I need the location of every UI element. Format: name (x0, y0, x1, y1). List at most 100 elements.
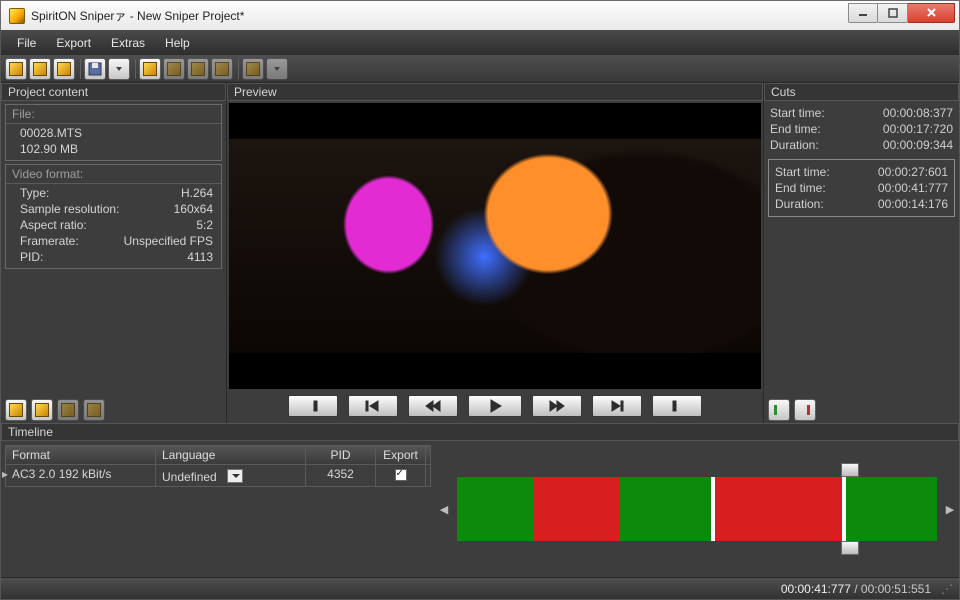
cut-end-label: End time: (770, 122, 883, 136)
file-info-box: File: 00028.MTS 102.90 MB (5, 104, 222, 161)
video-format-head: Video format: (6, 165, 221, 184)
goto-start-button[interactable] (348, 395, 398, 417)
menu-file[interactable]: File (9, 33, 44, 53)
app-icon (9, 8, 25, 24)
timeline-segment[interactable] (846, 477, 937, 541)
col-pid[interactable]: PID (306, 446, 376, 464)
proj-add[interactable] (5, 399, 27, 421)
cut-start-value: 00:00:27:601 (878, 165, 948, 179)
pid-value: 4113 (133, 250, 213, 264)
fr-label: Framerate: (20, 234, 124, 248)
row-pid: 4352 (306, 465, 376, 486)
window-titlebar: SpiritON Sniperァ - New Sniper Project* (0, 0, 960, 30)
cut-end-value: 00:00:17:720 (883, 122, 953, 136)
ar-value: 5:2 (133, 218, 213, 232)
cut-start-value: 00:00:08:377 (883, 106, 953, 120)
arrow-down-icon (87, 403, 101, 417)
set-in-button[interactable] (652, 395, 702, 417)
add-icon (9, 403, 23, 417)
playhead-bottom[interactable] (841, 541, 859, 555)
tb-open-3[interactable] (53, 58, 75, 80)
cuts-bottom-toolbar (764, 397, 959, 423)
tb-cut[interactable] (211, 58, 233, 80)
close-button[interactable] (908, 3, 955, 23)
proj-down[interactable] (83, 399, 105, 421)
main-row: Project content File: 00028.MTS 102.90 M… (1, 83, 959, 423)
export-icon (143, 62, 157, 76)
status-total-time: 00:00:51:551 (861, 582, 931, 596)
timeline-scroll-right[interactable]: ▶ (941, 503, 959, 516)
video-frame (229, 139, 761, 354)
menu-help[interactable]: Help (157, 33, 198, 53)
maximize-button[interactable] (878, 3, 908, 23)
file-info-head: File: (6, 105, 221, 124)
tb-save[interactable] (84, 58, 106, 80)
window-title: SpiritON Sniperァ - New Sniper Project* (31, 7, 244, 24)
app-body: File Export Extras Help Project content … (0, 30, 960, 600)
tb-settings[interactable] (242, 58, 264, 80)
col-language[interactable]: Language (156, 446, 306, 464)
col-format[interactable]: Format (6, 446, 156, 464)
timeline-segment[interactable] (620, 477, 711, 541)
play-button[interactable] (468, 395, 522, 417)
file-name: 00028.MTS (20, 126, 213, 140)
toolbar-separator (238, 59, 239, 79)
timeline-segment[interactable] (534, 477, 620, 541)
cut-item-0[interactable]: Start time:00:00:08:377 End time:00:00:1… (764, 101, 959, 157)
tb-save-dropdown[interactable] (108, 58, 130, 80)
cut-dur-value: 00:00:09:344 (883, 138, 953, 152)
timeline-view: ◀ ▶ (435, 441, 959, 577)
pid-label: PID: (20, 250, 133, 264)
arrow-up-icon (61, 403, 75, 417)
window-controls (848, 3, 955, 23)
set-out-button[interactable] (288, 395, 338, 417)
tb-export[interactable] (139, 58, 161, 80)
cuts-pane: Cuts Start time:00:00:08:377 End time:00… (763, 83, 959, 423)
menu-export[interactable]: Export (48, 33, 99, 53)
cut-end-value: 00:00:41:777 (878, 181, 948, 195)
file-size: 102.90 MB (20, 142, 213, 156)
preview-pane-title: Preview (227, 83, 763, 101)
tb-open-1[interactable] (5, 58, 27, 80)
step-back-button[interactable] (408, 395, 458, 417)
video-format-box: Video format: Type:H.264 Sample resoluti… (5, 164, 222, 269)
gear-icon (246, 62, 260, 76)
step-fwd-button[interactable] (532, 395, 582, 417)
type-value: H.264 (133, 186, 213, 200)
toolbar-separator (135, 59, 136, 79)
goto-end-button[interactable] (592, 395, 642, 417)
timeline-segment[interactable] (715, 477, 842, 541)
cut-dur-label: Duration: (770, 138, 883, 152)
folder-add-icon (33, 62, 47, 76)
fr-value: Unspecified FPS (124, 234, 213, 248)
type-label: Type: (20, 186, 133, 200)
timeline-pane-title: Timeline (1, 423, 959, 441)
video-viewport[interactable] (229, 103, 761, 389)
toolbar-separator (80, 59, 81, 79)
menu-extras[interactable]: Extras (103, 33, 153, 53)
cut-item-1[interactable]: Start time:00:00:27:601 End time:00:00:4… (768, 159, 955, 217)
export-checkbox[interactable] (395, 469, 407, 481)
cuts-mark-in[interactable] (768, 399, 790, 421)
status-current-time: 00:00:41:777 (781, 582, 851, 596)
status-time: 00:00:41:777 / 00:00:51:551 (781, 582, 931, 596)
cuts-mark-out[interactable] (794, 399, 816, 421)
tb-redo[interactable] (187, 58, 209, 80)
tb-undo[interactable] (163, 58, 185, 80)
tb-open-2[interactable] (29, 58, 51, 80)
timeline-track[interactable] (457, 477, 937, 541)
tb-settings-dropdown[interactable] (266, 58, 288, 80)
language-dropdown[interactable] (227, 469, 243, 483)
playhead-top[interactable] (841, 463, 859, 477)
track-row-0[interactable]: ▸AC3 2.0 192 kBit/s Undefined 4352 (6, 464, 430, 486)
res-value: 160x64 (133, 202, 213, 216)
col-export[interactable]: Export (376, 446, 426, 464)
resize-grip-icon[interactable]: ⋰ (941, 582, 953, 596)
status-bar: 00:00:41:777 / 00:00:51:551 ⋰ (1, 577, 959, 599)
proj-remove[interactable] (31, 399, 53, 421)
minimize-button[interactable] (848, 3, 878, 23)
proj-up[interactable] (57, 399, 79, 421)
res-label: Sample resolution: (20, 202, 133, 216)
timeline-scroll-left[interactable]: ◀ (435, 503, 453, 516)
timeline-segment[interactable] (457, 477, 534, 541)
